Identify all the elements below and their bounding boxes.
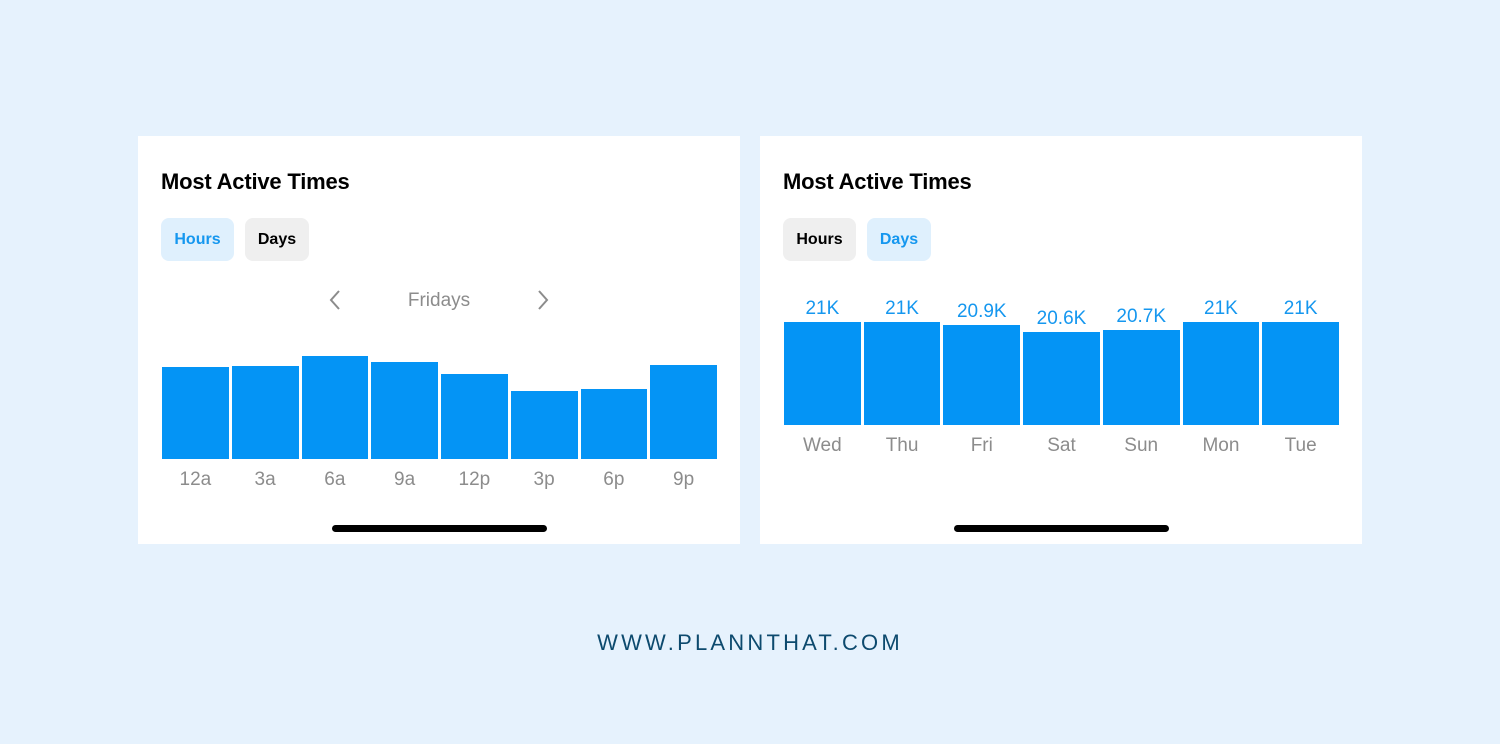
data-label: 20.6K xyxy=(1036,308,1087,330)
bar-mon[interactable] xyxy=(1182,322,1260,425)
x-tick-label: 9a xyxy=(394,469,416,490)
data-label: 20.7K xyxy=(1116,305,1167,327)
bar-12p[interactable] xyxy=(441,373,508,459)
bar-sun[interactable] xyxy=(1102,329,1180,425)
bar-12a[interactable] xyxy=(162,367,229,459)
x-tick-label: 12p xyxy=(458,469,491,490)
data-label: 21K xyxy=(1283,298,1318,319)
bar-fri[interactable] xyxy=(943,324,1021,425)
bar-tue[interactable] xyxy=(1262,322,1339,425)
website-url: WWW.PLANNTHAT.COM xyxy=(597,630,903,655)
bar-6p[interactable] xyxy=(580,388,648,459)
x-tick-label: Wed xyxy=(802,435,842,456)
x-tick-label: Fri xyxy=(970,435,993,456)
home-indicator xyxy=(954,525,1169,532)
hours-card: Most Active Times Hours Days Fridays 12a… xyxy=(138,136,740,544)
bar-3a[interactable] xyxy=(231,366,299,459)
home-indicator xyxy=(332,525,547,532)
x-tick-label: Sun xyxy=(1124,435,1159,456)
x-tick-label: 3a xyxy=(254,469,276,490)
x-tick-label: Tue xyxy=(1284,435,1317,456)
bar-wed[interactable] xyxy=(784,322,861,425)
bar-sat[interactable] xyxy=(1023,332,1100,425)
x-tick-label: Mon xyxy=(1202,435,1240,456)
x-tick-label: 12a xyxy=(179,469,212,490)
x-tick-label: 6p xyxy=(603,469,625,490)
bar-6a[interactable] xyxy=(301,356,369,459)
data-label: 21K xyxy=(805,298,840,319)
x-tick-label: Sat xyxy=(1047,435,1076,456)
bar-thu[interactable] xyxy=(863,322,941,425)
x-tick-label: Thu xyxy=(885,435,919,456)
x-tick-label: 3p xyxy=(533,469,555,490)
data-label: 20.9K xyxy=(956,300,1007,322)
x-tick-label: 6a xyxy=(324,469,346,490)
bar-3p[interactable] xyxy=(510,391,578,459)
bar-9p[interactable] xyxy=(650,365,717,459)
x-tick-label: 9p xyxy=(673,469,695,490)
data-label: 21K xyxy=(885,298,919,319)
bar-9a[interactable] xyxy=(371,362,438,459)
days-card: Most Active Times Hours Days Wed 21K Thu 21… xyxy=(760,136,1362,544)
days-bar-chart: Wed 21K Thu 21K Fri 20.9K Sat 20.6K Sun 20.7K Mon 2… xyxy=(760,136,1362,544)
data-label: 21K xyxy=(1204,298,1238,319)
hours-bar-chart: 12a 3a 6a 9a 12p 3p 6p 9p xyxy=(138,136,740,544)
